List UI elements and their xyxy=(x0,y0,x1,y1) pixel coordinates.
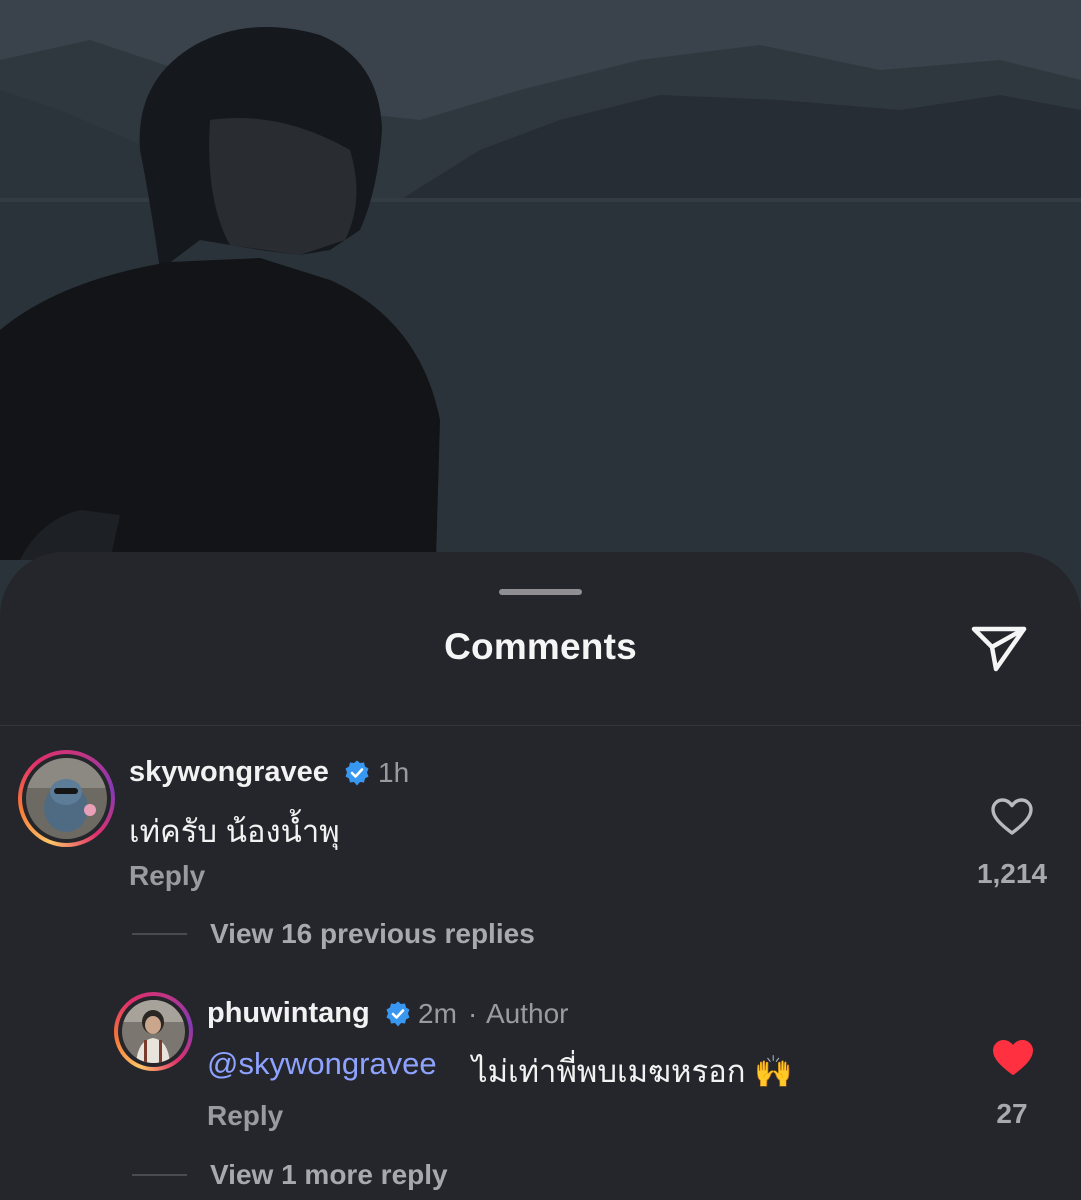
screen: Comments skywongravee 1h เท่ครับ น้องน้ำ… xyxy=(0,0,1081,1200)
thread-line xyxy=(132,933,187,935)
header-divider xyxy=(0,725,1081,726)
reply-text: ไม่เท่าพี่พบเมฆหรอก 🙌 xyxy=(472,1054,793,1089)
paper-plane-icon xyxy=(971,626,1027,672)
drag-handle[interactable] xyxy=(499,589,582,595)
comment-text: เท่ครับ น้องน้ำพุ xyxy=(129,814,340,849)
reply-button[interactable]: Reply xyxy=(207,1100,283,1132)
avatar[interactable] xyxy=(114,992,193,1071)
post-photo-background xyxy=(0,0,1081,620)
view-previous-replies-button[interactable]: View 16 previous replies xyxy=(210,918,535,950)
sheet-title: Comments xyxy=(444,626,637,667)
like-count: 27 xyxy=(996,1098,1028,1129)
share-button[interactable] xyxy=(968,621,1030,677)
photo-scene xyxy=(0,0,1081,620)
reply-time: 2m xyxy=(418,998,457,1029)
like-count: 1,214 xyxy=(976,858,1048,889)
reply-button[interactable]: Reply xyxy=(129,860,205,892)
view-more-replies-button[interactable]: View 1 more reply xyxy=(210,1159,448,1191)
mention-link[interactable]: @skywongravee xyxy=(207,1046,437,1082)
comment-username[interactable]: skywongravee xyxy=(129,756,329,789)
reply-username[interactable]: phuwintang xyxy=(207,997,370,1030)
comment-time: 1h xyxy=(378,757,410,788)
author-label: Author xyxy=(486,998,569,1029)
avatar-image xyxy=(122,1000,185,1063)
comments-sheet: Comments skywongravee 1h เท่ครับ น้องน้ำ… xyxy=(0,552,1081,1200)
verified-badge-icon xyxy=(386,1001,410,1027)
heart-icon[interactable] xyxy=(991,1038,1035,1078)
avatar[interactable] xyxy=(18,750,115,847)
thread-line xyxy=(132,1174,187,1176)
meta-separator: · xyxy=(468,998,478,1029)
heart-icon[interactable] xyxy=(990,797,1034,837)
verified-badge-icon xyxy=(345,760,369,786)
avatar-image xyxy=(26,758,107,839)
